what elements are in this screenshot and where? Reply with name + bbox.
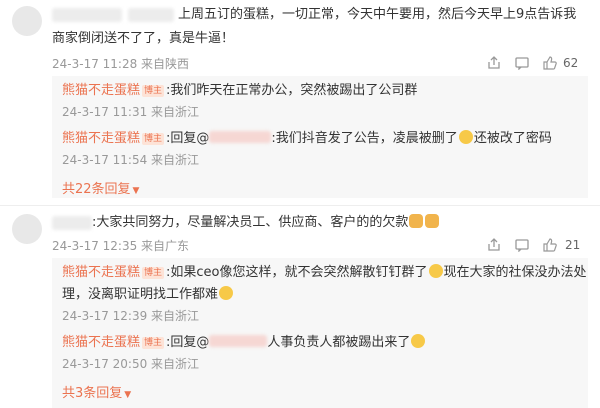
reply-prefix: :回复@ — [166, 335, 210, 350]
blurred-text — [128, 8, 174, 22]
avatar[interactable] — [12, 6, 42, 36]
divider — [0, 205, 600, 206]
reply-meta: 24-3-17 11:31 来自浙江 — [62, 105, 200, 119]
avatar[interactable] — [12, 214, 42, 244]
reply-text: 人事负责人都被踢出来了 — [267, 335, 411, 350]
reply-text: :我们昨天在正常办公，突然被踢出了公司群 — [166, 83, 418, 98]
like-count: 21 — [565, 238, 581, 252]
mention-blurred[interactable] — [209, 335, 268, 347]
author-badge: 博主 — [142, 133, 165, 145]
chevron-down-icon: ▼ — [132, 186, 140, 196]
comment-text-line1: 上周五订的蛋糕，一切正常，今天中午要用，然后今天早上9点告诉我 — [178, 7, 577, 22]
comment-text-line2: 商家倒闭送不了了，真是牛逼！ — [52, 31, 235, 46]
reply-text-continued: 还被改了密码 — [473, 131, 552, 146]
reply-meta: 24-3-17 20:50 来自浙江 — [62, 357, 200, 371]
more-replies-link[interactable]: 共22条回复 ▼ — [62, 178, 139, 197]
crying-emoji-icon — [411, 334, 426, 348]
comment-icon[interactable] — [515, 238, 529, 257]
like-icon[interactable] — [543, 56, 557, 75]
reply-text-line2: 理，没离职证明找工作都难 — [62, 284, 234, 306]
reply-author[interactable]: 熊猫不走蛋糕 — [62, 83, 140, 98]
share-icon[interactable] — [487, 238, 501, 257]
username-blurred[interactable] — [52, 8, 122, 22]
crying-emoji-icon — [219, 286, 234, 300]
reply-author[interactable]: 熊猫不走蛋糕 — [62, 265, 140, 280]
reply-text: :如果ceo像您这样，就不会突然解散钉钉群了 — [166, 265, 428, 280]
comment-meta: 24-3-17 11:28 来自陕西 — [52, 57, 190, 71]
reply-item: 熊猫不走蛋糕 博主:我们昨天在正常办公，突然被踢出了公司群 — [62, 80, 417, 102]
crying-emoji-icon — [428, 264, 443, 278]
praying-hands-icon — [425, 214, 440, 228]
reply-author[interactable]: 熊猫不走蛋糕 — [62, 131, 140, 146]
comment-meta: 24-3-17 12:35 来自广东 — [52, 239, 190, 253]
reply-text-continued: 理，没离职证明找工作都难 — [62, 287, 219, 302]
reply-meta: 24-3-17 11:54 来自浙江 — [62, 153, 200, 167]
more-replies-label: 共22条回复 — [62, 182, 131, 197]
author-badge: 博主 — [142, 337, 165, 349]
reply-author[interactable]: 熊猫不走蛋糕 — [62, 335, 140, 350]
comment-text-body: :大家共同努力，尽量解决员工、供应商、客户的的欠款 — [92, 215, 409, 230]
comment-icon[interactable] — [515, 56, 529, 75]
like-icon[interactable] — [543, 238, 557, 257]
crying-emoji-icon — [458, 130, 473, 144]
reply-meta: 24-3-17 12:39 来自浙江 — [62, 309, 200, 323]
author-badge: 博主 — [142, 267, 165, 279]
reply-prefix: :回复@ — [166, 131, 210, 146]
chevron-down-icon: ▼ — [124, 390, 132, 400]
comment-text: :大家共同努力，尽量解决员工、供应商、客户的的欠款 — [92, 212, 440, 234]
author-badge: 博主 — [142, 85, 165, 97]
username-blurred[interactable] — [52, 216, 92, 230]
more-replies-label: 共3条回复 — [62, 386, 123, 401]
reply-item: 熊猫不走蛋糕 博主:如果ceo像您这样，就不会突然解散钉钉群了 现在大家的社保没办法… — [62, 262, 587, 284]
mention-blurred[interactable] — [209, 131, 272, 143]
reply-text-continued: 现在大家的社保没办法处 — [443, 265, 587, 280]
reply-text: :我们抖音发了公告，凌晨被删了 — [271, 131, 458, 146]
share-icon[interactable] — [487, 56, 501, 75]
reply-item: 熊猫不走蛋糕 博主:回复@ :我们抖音发了公告，凌晨被删了 还被改了密码 — [62, 128, 552, 150]
like-count: 62 — [563, 56, 579, 70]
reply-item: 熊猫不走蛋糕 博主:回复@ 人事负责人都被踢出来了 — [62, 332, 426, 354]
praying-hands-icon — [409, 214, 424, 228]
more-replies-link[interactable]: 共3条回复 ▼ — [62, 382, 131, 401]
